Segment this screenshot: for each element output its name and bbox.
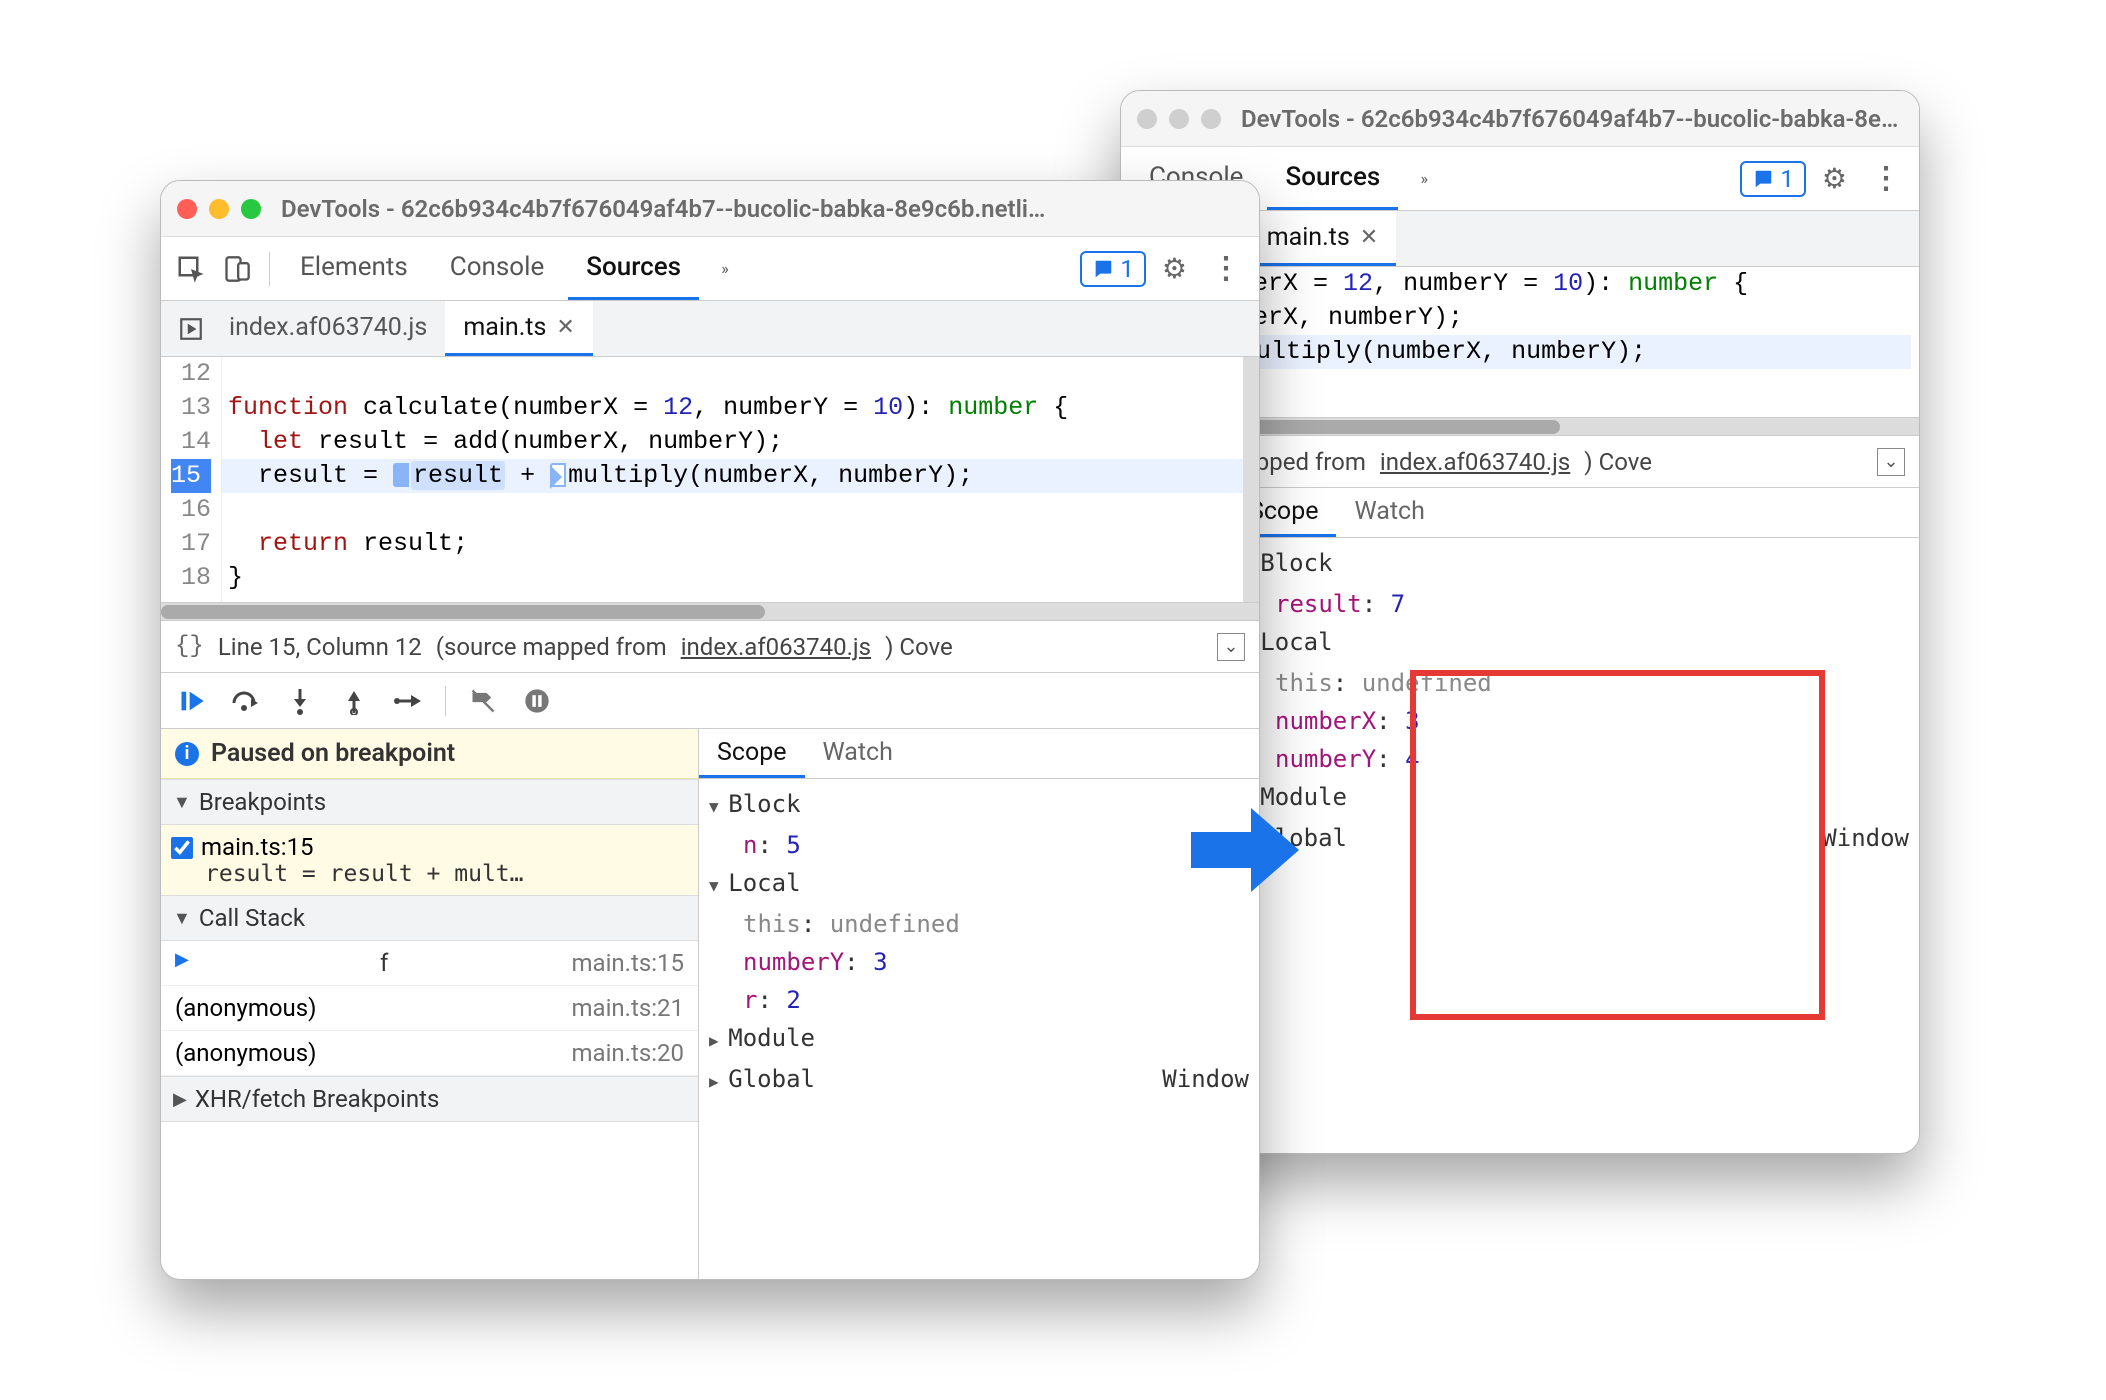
tab-watch[interactable]: Watch [805,729,911,778]
step-over-icon[interactable] [229,689,263,713]
stack-frame[interactable]: (anonymous)main.ts:21 [161,986,698,1031]
titlebar[interactable]: DevTools - 62c6b934c4b7f676049af4b7--buc… [161,181,1259,237]
traffic-lights [1137,109,1221,129]
max-dot[interactable] [1201,109,1221,129]
file-tab-js[interactable]: index.af063740.js [211,301,445,356]
tab-scope[interactable]: Scope [699,729,804,778]
file-tab-ts[interactable]: main.ts✕ [445,301,593,356]
issues-badge[interactable]: 1 [1740,161,1806,197]
titlebar[interactable]: DevTools - 62c6b934c4b7f676049af4b7--buc… [1121,91,1919,147]
breakpoint-checkbox[interactable] [171,837,193,859]
message-icon [1752,168,1774,190]
execution-marker-icon [393,463,409,487]
paused-banner: i Paused on breakpoint [161,729,698,779]
close-dot[interactable] [1137,109,1157,129]
settings-icon[interactable]: ⚙ [1152,252,1197,285]
status-bar: {} Line 15, Column 12 (source mapped fro… [161,620,1259,672]
breakpoint-code: result = result + mult… [201,861,684,887]
coverage-toggle[interactable]: ⌄ [1217,633,1245,661]
debugger-toolbar [161,672,1259,728]
arrow-icon [1185,790,1305,910]
step-icon[interactable] [391,689,425,713]
section-breakpoints[interactable]: ▼Breakpoints [161,779,698,825]
more-tabs-icon[interactable]: » [1404,159,1444,199]
scope-block[interactable]: Block [1241,544,1909,585]
more-tabs-icon[interactable]: » [705,249,745,289]
settings-icon[interactable]: ⚙ [1812,162,1857,195]
horizontal-scrollbar[interactable] [161,602,1259,620]
issues-badge[interactable]: 1 [1080,251,1146,287]
issues-count: 1 [1120,255,1134,283]
scope-watch-tabs: Scope Watch [1231,488,1919,538]
inspect-icon[interactable] [171,249,211,289]
sourcemap-link[interactable]: index.af063740.js [681,633,871,661]
stack-frame[interactable]: fmain.ts:15 [161,941,698,986]
sourcemap-link[interactable]: index.af063740.js [1380,448,1570,476]
section-xhr[interactable]: ▶XHR/fetch Breakpoints [161,1076,698,1122]
tab-sources[interactable]: Sources [1267,147,1398,210]
global-value: Window [1162,1060,1249,1101]
step-marker-icon [550,463,566,487]
tab-watch[interactable]: Watch [1336,488,1442,537]
resume-icon[interactable] [175,687,209,715]
coverage-toggle[interactable]: ⌄ [1877,448,1905,476]
scope-watch-tabs: Scope Watch [699,729,1259,779]
close-icon[interactable]: ✕ [556,315,574,340]
min-dot[interactable] [209,199,229,219]
pause-exceptions-icon[interactable] [520,687,554,715]
code-editor[interactable]: 12 13 14 15 16 17 18 function calculate(… [161,357,1259,602]
highlight-box [1410,670,1825,1020]
line-gutter: 12 13 14 15 16 17 18 [161,357,222,602]
stack-frame[interactable]: (anonymous)main.ts:20 [161,1031,698,1076]
close-dot[interactable] [177,199,197,219]
scope-body: Block n: 5 Local this: undefined numberY… [699,779,1259,1107]
section-callstack[interactable]: ▼Call Stack [161,895,698,941]
breakpoint-file: main.ts:15 [201,833,684,861]
cursor-position: Line 15, Column 12 [218,633,422,661]
navigator-toggle-icon[interactable] [171,316,211,342]
breakpoint-item[interactable]: main.ts:15 result = result + mult… [161,825,698,895]
kebab-icon[interactable]: ⋮ [1203,251,1249,286]
tab-console[interactable]: Console [432,237,562,300]
max-dot[interactable] [241,199,261,219]
global-value: Window [1822,819,1909,860]
kebab-icon[interactable]: ⋮ [1863,161,1909,196]
window-title: DevTools - 62c6b934c4b7f676049af4b7--buc… [1241,105,1903,133]
device-icon[interactable] [217,249,257,289]
step-out-icon[interactable] [337,687,371,715]
min-dot[interactable] [1169,109,1189,129]
panel-tabs: Elements Console Sources » 1 ⚙ ⋮ [161,237,1259,301]
traffic-lights [177,199,261,219]
deactivate-breakpoints-icon[interactable] [466,687,500,715]
scope-local[interactable]: Local [709,864,1249,905]
file-tabs: index.af063740.js main.ts✕ [161,301,1259,357]
info-icon: i [175,742,199,766]
scope-block[interactable]: Block [709,785,1249,826]
scope-local[interactable]: Local [1241,623,1909,664]
close-icon[interactable]: ✕ [1360,225,1378,250]
scope-module[interactable]: Module [709,1019,1249,1060]
vertical-scrollbar[interactable] [1243,357,1259,602]
debugger-lower: i Paused on breakpoint ▼Breakpoints main… [161,728,1259,1279]
scope-global[interactable]: Global [709,1060,815,1101]
braces-icon[interactable]: {} [175,633,204,660]
window-title: DevTools - 62c6b934c4b7f676049af4b7--buc… [281,195,1243,223]
left-pane: i Paused on breakpoint ▼Breakpoints main… [161,729,699,1279]
devtools-window-a: DevTools - 62c6b934c4b7f676049af4b7--buc… [160,180,1260,1280]
step-into-icon[interactable] [283,687,317,715]
right-pane: Scope Watch Block n: 5 Local this: undef… [699,729,1259,1279]
code-body[interactable]: function calculate(numberX = 12, numberY… [222,357,1259,602]
tab-elements[interactable]: Elements [282,237,426,300]
message-icon [1092,258,1114,280]
tab-sources[interactable]: Sources [568,237,699,300]
issues-count: 1 [1780,165,1794,193]
file-tab-ts[interactable]: main.ts✕ [1249,211,1397,266]
